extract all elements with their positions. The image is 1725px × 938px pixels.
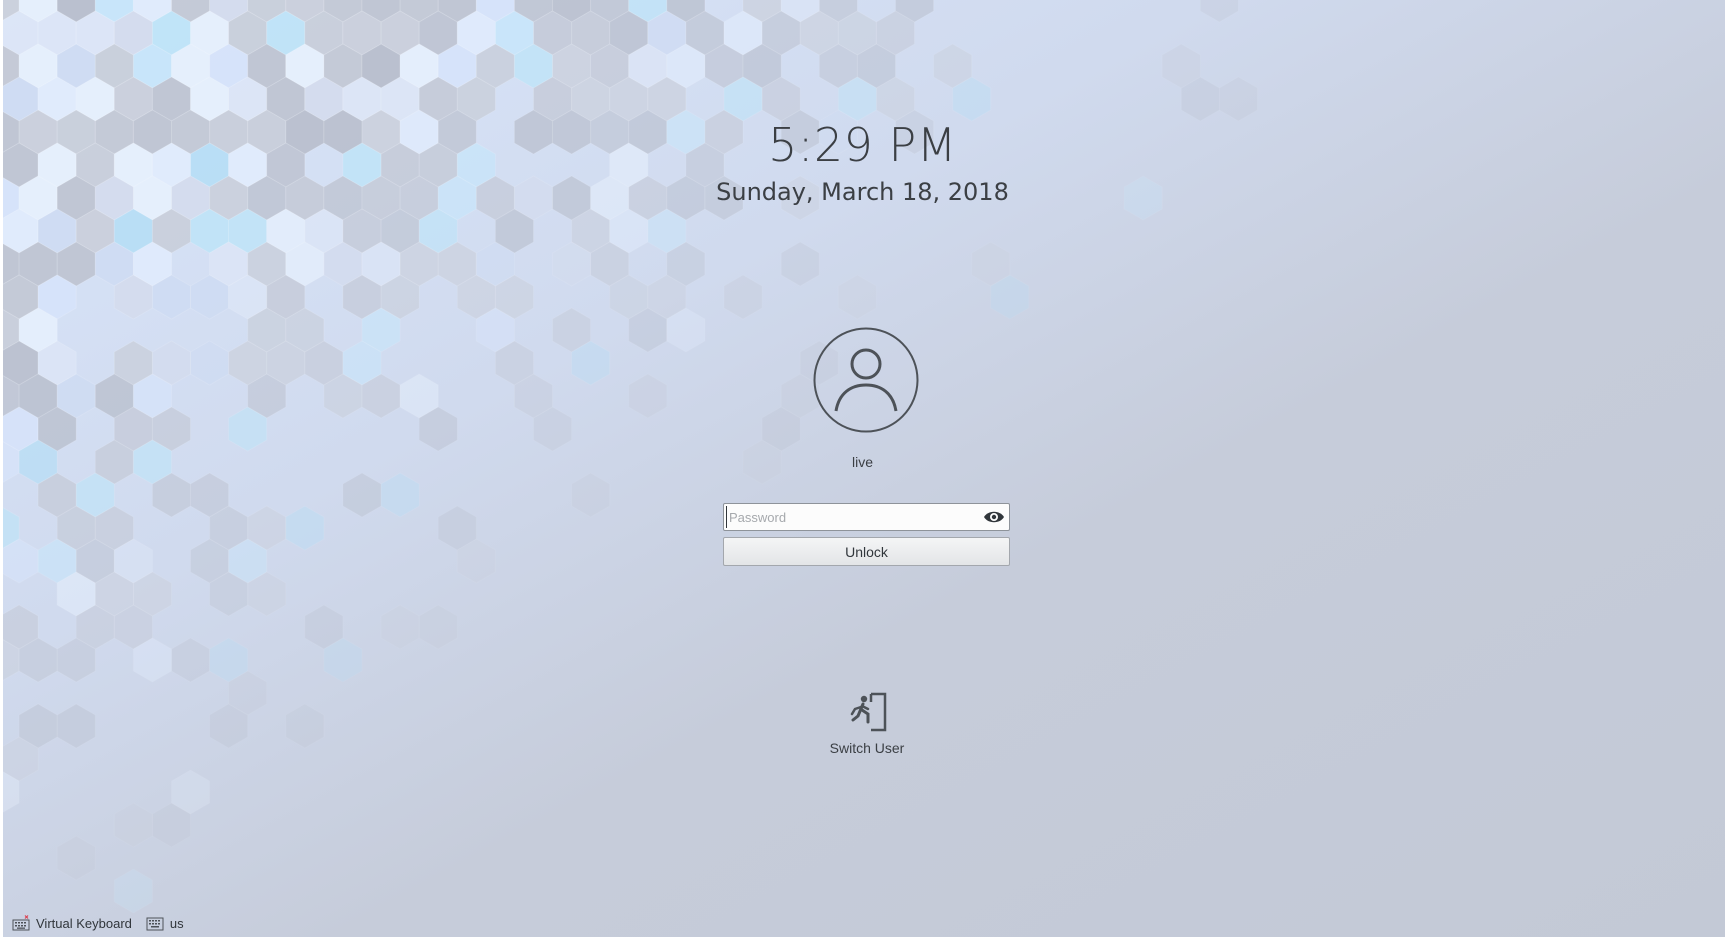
eye-icon[interactable] <box>983 507 1005 527</box>
clock-time: 5:29 PM <box>768 118 957 172</box>
virtual-keyboard-label: Virtual Keyboard <box>36 915 132 931</box>
switch-user-button[interactable]: Switch User <box>817 690 917 766</box>
password-input[interactable] <box>726 506 976 528</box>
switch-user-icon <box>850 692 887 732</box>
keyboard-layout-icon <box>146 917 164 931</box>
switch-user-label: Switch User <box>829 740 905 756</box>
user-avatar-icon[interactable] <box>813 327 919 433</box>
keyboard-layout-label: us <box>169 915 184 931</box>
keyboard-layout-button[interactable]: us <box>146 915 184 931</box>
username: live <box>851 454 873 470</box>
bottom-bar: Virtual Keyboard us <box>12 912 198 934</box>
password-field[interactable] <box>723 503 1010 531</box>
clock-date: Sunday, March 18, 2018 <box>716 178 1009 206</box>
virtual-keyboard-button[interactable]: Virtual Keyboard <box>12 915 132 931</box>
unlock-button[interactable]: Unlock <box>723 537 1010 566</box>
keyboard-icon <box>12 915 30 931</box>
